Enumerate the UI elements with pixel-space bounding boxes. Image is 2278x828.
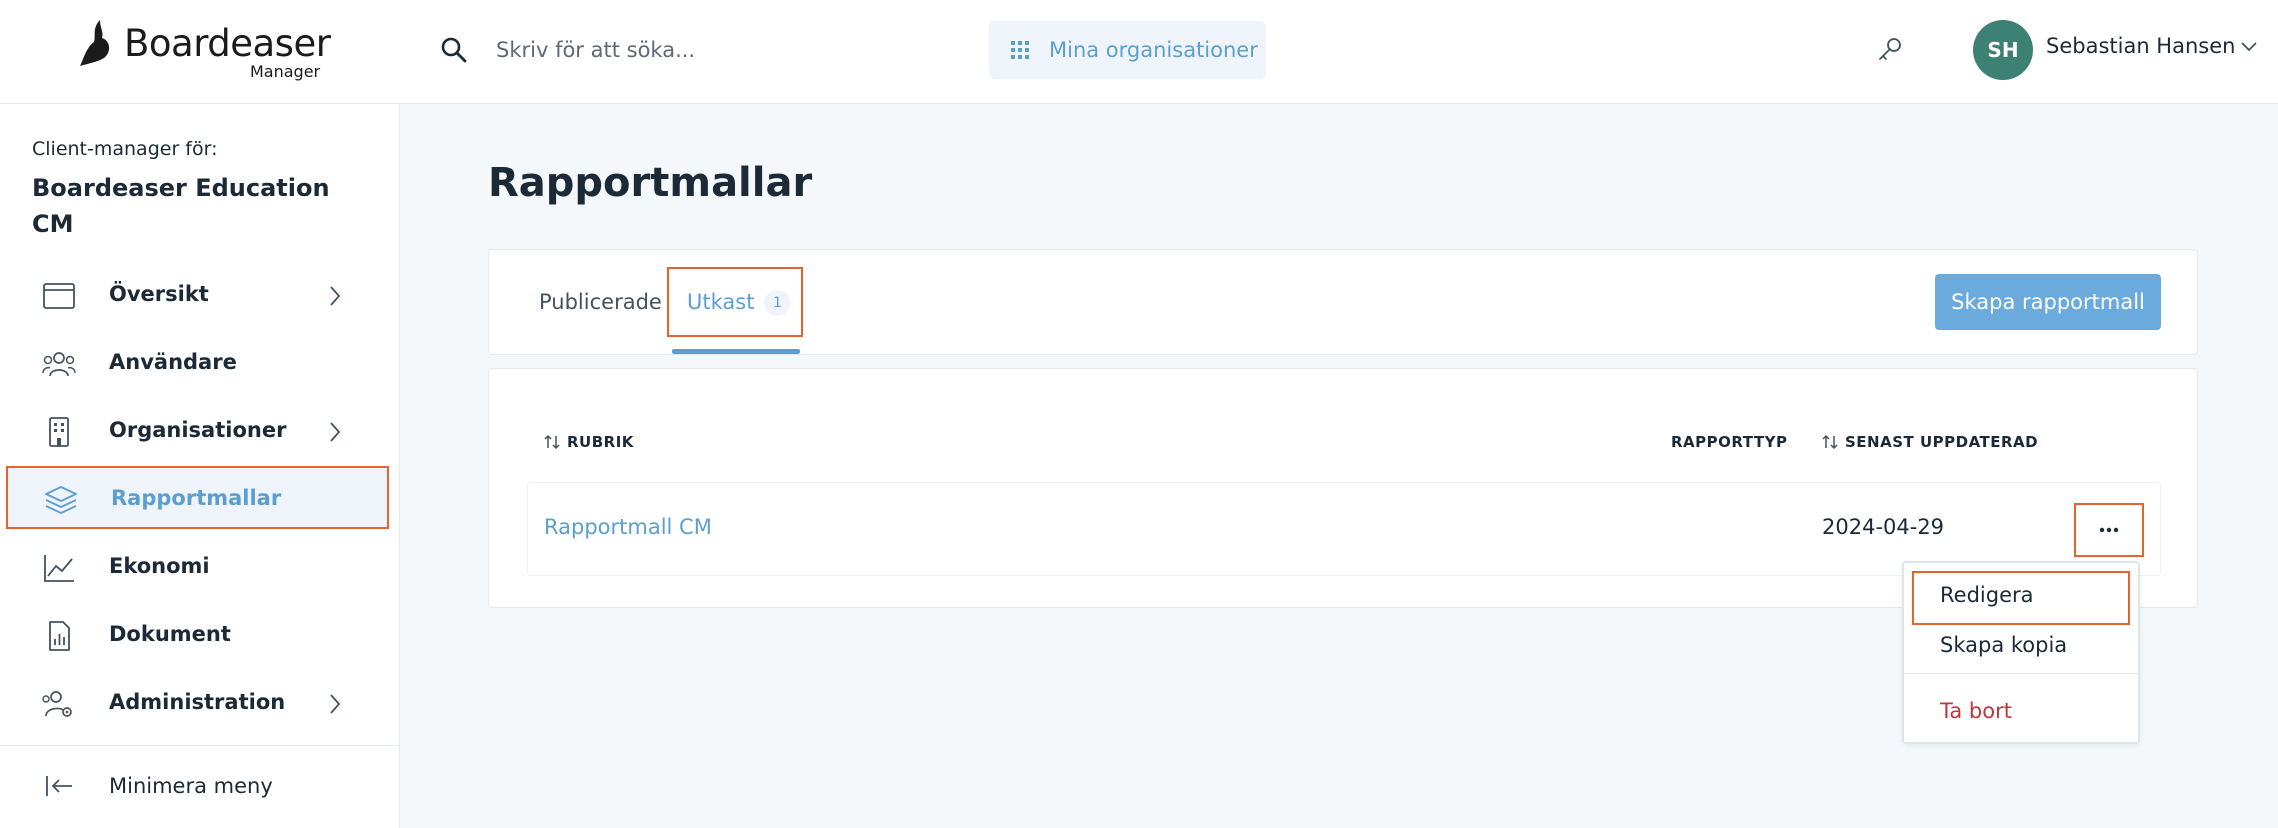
chevron-down-icon[interactable]: [2240, 40, 2258, 54]
users-gear-icon: [42, 691, 72, 717]
menu-item-label: Redigera: [1940, 583, 2034, 607]
chevron-right-icon: [330, 286, 341, 306]
chevron-right-icon: [330, 694, 341, 714]
line-chart-icon: [44, 555, 74, 582]
user-avatar[interactable]: SH: [1973, 20, 2033, 80]
sidebar-item-label: Översikt: [109, 282, 209, 306]
row-actions-menu: Redigera Skapa kopia Ta bort: [1902, 561, 2140, 744]
client-manager-name: Boardeaser Education CM: [32, 174, 330, 238]
sidebar-item-rapportmallar[interactable]: Rapportmallar: [6, 466, 389, 529]
users-icon: [42, 352, 76, 377]
sidebar-item-label: Användare: [109, 350, 237, 374]
minimize-menu-label: Minimera meny: [109, 774, 273, 798]
sort-icon: [1822, 434, 1838, 450]
column-header-senast-uppdaterad[interactable]: SENAST UPPDATERAD: [1821, 433, 2038, 451]
my-organizations-button[interactable]: Mina organisationer: [989, 21, 1266, 79]
sidebar: Client-manager för: Boardeaser Education…: [0, 104, 400, 828]
key-icon[interactable]: [1876, 36, 1904, 64]
sidebar-item-label: Ekonomi: [109, 554, 210, 578]
menu-divider: [1904, 673, 2138, 674]
row-title-link[interactable]: Rapportmall CM: [544, 515, 712, 539]
tab-utkast[interactable]: Utkast 1: [687, 290, 791, 316]
more-horizontal-icon: [2099, 527, 2119, 533]
tabs-bar: Publicerade Utkast 1 Skapa rapportmall: [488, 249, 2198, 355]
sort-icon: [544, 434, 560, 450]
column-header-label: RUBRIK: [567, 433, 634, 451]
sidebar-item-dokument[interactable]: Dokument: [6, 604, 389, 667]
search-icon[interactable]: [440, 36, 468, 64]
sidebar-item-label: Dokument: [109, 622, 231, 646]
grid-icon: [1011, 41, 1029, 59]
active-tab-indicator: [672, 349, 800, 354]
my-organizations-label: Mina organisationer: [1049, 38, 1258, 62]
tab-publicerade[interactable]: Publicerade: [539, 290, 662, 314]
document-chart-icon: [49, 621, 70, 651]
top-header: Boardeaser Manager Mina organisationer S…: [0, 0, 2278, 104]
page-title: Rapportmallar: [488, 160, 813, 206]
client-manager-label: Client-manager för:: [32, 138, 218, 160]
column-header-label: SENAST UPPDATERAD: [1845, 433, 2039, 451]
layers-icon: [45, 486, 77, 514]
menu-item-label: Ta bort: [1940, 699, 2012, 723]
sidebar-item-organisationer[interactable]: Organisationer: [6, 400, 389, 463]
collapse-left-icon: [46, 776, 72, 796]
menu-item-redigera[interactable]: Redigera: [1904, 571, 2138, 611]
building-icon: [49, 417, 69, 447]
tab-utkast-label: Utkast: [687, 290, 755, 314]
menu-item-label: Skapa kopia: [1940, 633, 2068, 657]
chevron-right-icon: [330, 422, 341, 442]
sidebar-item-administration[interactable]: Administration: [6, 672, 389, 735]
minimize-menu-button[interactable]: Minimera meny: [6, 760, 389, 812]
menu-item-ta-bort[interactable]: Ta bort: [1904, 691, 2138, 731]
logo-subtitle: Manager: [250, 62, 321, 81]
column-header-label: RAPPORTTYP: [1671, 433, 1788, 451]
window-icon: [43, 283, 75, 309]
sidebar-item-label: Rapportmallar: [111, 486, 282, 510]
logo-mark-icon: [80, 20, 110, 66]
boardeaser-logo[interactable]: Boardeaser Manager: [78, 18, 331, 84]
tab-count-badge: 1: [764, 290, 791, 316]
logo-name: Boardeaser: [124, 22, 331, 65]
sidebar-item-oversikt[interactable]: Översikt: [6, 264, 389, 327]
user-name[interactable]: Sebastian Hansen: [2046, 34, 2235, 58]
sidebar-item-label: Administration: [109, 690, 286, 714]
create-report-template-button[interactable]: Skapa rapportmall: [1935, 274, 2161, 330]
sidebar-item-anvandare[interactable]: Användare: [6, 332, 389, 395]
menu-item-skapa-kopia[interactable]: Skapa kopia: [1904, 625, 2138, 665]
sidebar-item-label: Organisationer: [109, 418, 287, 442]
column-header-rapporttyp: RAPPORTTYP: [1671, 433, 1787, 451]
sidebar-item-ekonomi[interactable]: Ekonomi: [6, 536, 389, 599]
row-actions-button[interactable]: [2074, 503, 2144, 557]
search-input[interactable]: [496, 28, 936, 72]
row-updated-date: 2024-04-29: [1822, 515, 1945, 539]
column-header-rubrik[interactable]: RUBRIK: [543, 433, 634, 451]
sidebar-divider: [0, 745, 400, 746]
